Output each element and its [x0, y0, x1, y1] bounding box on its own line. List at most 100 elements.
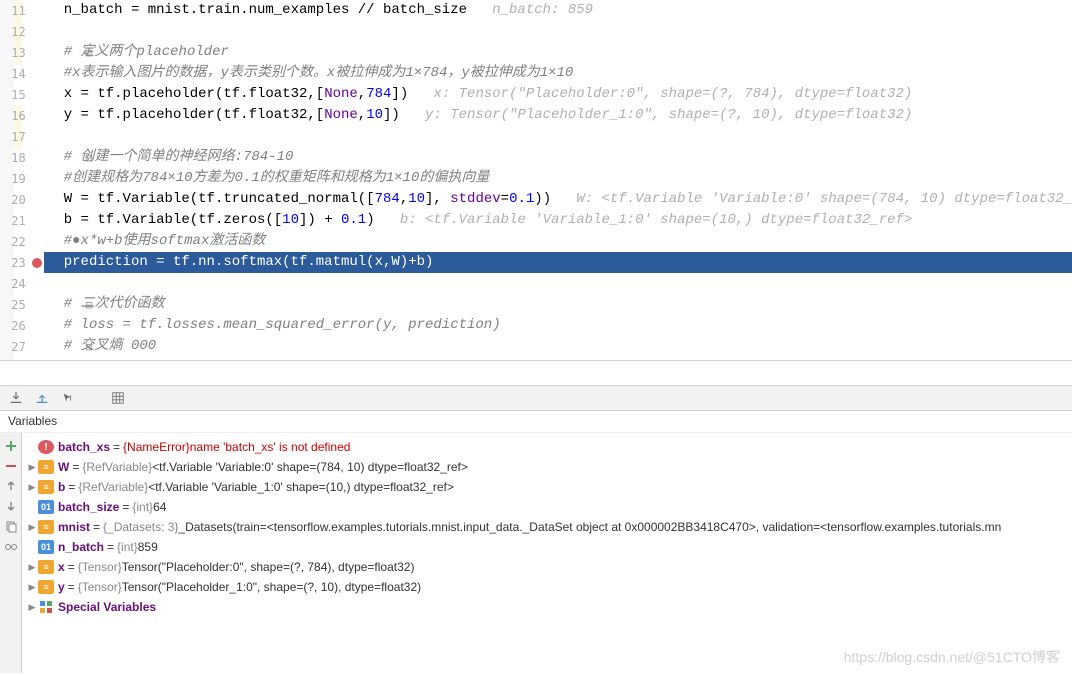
- variable-value: Tensor("Placeholder:0", shape=(?, 784), …: [122, 560, 415, 574]
- add-icon[interactable]: [4, 439, 18, 453]
- code-line[interactable]: #x表示输入图片的数据，y表示类别个数。x被拉伸成为1×784，y被拉伸成为1×…: [44, 63, 1072, 84]
- variable-type-icon: 01: [38, 500, 54, 514]
- line-number[interactable]: 17: [0, 126, 44, 147]
- variable-name: y: [58, 580, 65, 594]
- variables-left-toolbar: [0, 433, 22, 673]
- variable-row[interactable]: ▶≡b = {RefVariable} <tf.Variable 'Variab…: [22, 477, 1072, 497]
- variable-name: batch_xs: [58, 440, 110, 454]
- line-number[interactable]: 22: [0, 231, 44, 252]
- expand-icon[interactable]: ▶: [26, 482, 38, 493]
- code-line[interactable]: [44, 21, 1072, 42]
- variable-value: <tf.Variable 'Variable_1:0' shape=(10,) …: [148, 480, 454, 494]
- line-number[interactable]: 14: [0, 63, 44, 84]
- line-number[interactable]: 21: [0, 210, 44, 231]
- code-line[interactable]: #创建规格为784×10方差为0.1的权重矩阵和规格为1×10的偏执向量: [44, 168, 1072, 189]
- variables-panel: !batch_xs = {NameError}name 'batch_xs' i…: [0, 433, 1072, 673]
- code-line[interactable]: # loss = tf.losses.mean_squared_error(y,…: [44, 315, 1072, 336]
- variable-name: b: [58, 480, 65, 494]
- variable-name: x: [58, 560, 65, 574]
- expand-icon[interactable]: ▶: [26, 562, 38, 573]
- variable-name: W: [58, 460, 69, 474]
- expand-icon[interactable]: ▶: [26, 602, 38, 613]
- line-number[interactable]: 27⊟: [0, 336, 44, 357]
- variable-value: 64: [153, 500, 166, 514]
- table-icon[interactable]: [110, 390, 126, 406]
- variable-name: n_batch: [58, 540, 104, 554]
- line-number[interactable]: 24: [0, 273, 44, 294]
- line-number[interactable]: 20: [0, 189, 44, 210]
- code-line[interactable]: b = tf.Variable(tf.zeros([10]) + 0.1) b:…: [44, 210, 1072, 231]
- variable-value: {NameError}name 'batch_xs' is not define…: [123, 440, 350, 454]
- code-line[interactable]: #●x*w+b使用softmax激活函数: [44, 231, 1072, 252]
- variable-name: mnist: [58, 520, 90, 534]
- variables-panel-title: Variables: [0, 411, 1072, 433]
- variable-value: <tf.Variable 'Variable:0' shape=(784, 10…: [152, 460, 468, 474]
- variable-value: Tensor("Placeholder_1:0", shape=(?, 10),…: [122, 580, 421, 594]
- code-line[interactable]: # 定义两个placeholder: [44, 42, 1072, 63]
- code-line[interactable]: [44, 126, 1072, 147]
- variable-type: {RefVariable}: [82, 460, 152, 474]
- variable-value: _Datasets(train=<tensorflow.examples.tut…: [178, 520, 1001, 534]
- code-line[interactable]: # 创建一个简单的神经网络:784-10: [44, 147, 1072, 168]
- code-line[interactable]: [44, 273, 1072, 294]
- variable-row[interactable]: ▶≡W = {RefVariable} <tf.Variable 'Variab…: [22, 457, 1072, 477]
- code-line[interactable]: y = tf.placeholder(tf.float32,[None,10])…: [44, 105, 1072, 126]
- variable-type-icon: 01: [38, 540, 54, 554]
- line-number[interactable]: 23: [0, 252, 44, 273]
- variable-row[interactable]: ▶ Special Variables: [22, 597, 1072, 617]
- variable-type-icon: !: [38, 440, 54, 454]
- variable-type-icon: ≡: [38, 560, 54, 574]
- expand-icon[interactable]: ▶: [26, 582, 38, 593]
- download-icon[interactable]: [8, 390, 24, 406]
- variable-type: {_Datasets: 3}: [103, 520, 178, 534]
- expand-icon[interactable]: ▶: [26, 462, 38, 473]
- remove-icon[interactable]: [4, 459, 18, 473]
- variable-type-icon: ≡: [38, 480, 54, 494]
- cursor-icon[interactable]: [60, 390, 76, 406]
- line-number[interactable]: 18⊟: [0, 147, 44, 168]
- variable-row[interactable]: ▶≡x = {Tensor} Tensor("Placeholder:0", s…: [22, 557, 1072, 577]
- copy-icon[interactable]: [4, 519, 18, 533]
- code-line[interactable]: n_batch = mnist.train.num_examples // ba…: [44, 0, 1072, 21]
- variable-type-icon: [38, 600, 54, 614]
- line-number[interactable]: 13⊟: [0, 42, 44, 63]
- code-line[interactable]: x = tf.placeholder(tf.float32,[None,784]…: [44, 84, 1072, 105]
- code-editor[interactable]: 111213⊟1415161718⊟19202122232425⊟2627⊟ n…: [0, 0, 1072, 360]
- down-icon[interactable]: [4, 499, 18, 513]
- line-number[interactable]: 25⊟: [0, 294, 44, 315]
- variable-type-icon: ≡: [38, 520, 54, 534]
- variable-type: {Tensor}: [78, 560, 122, 574]
- variable-row[interactable]: ▶≡mnist = {_Datasets: 3} _Datasets(train…: [22, 517, 1072, 537]
- code-lines[interactable]: n_batch = mnist.train.num_examples // ba…: [44, 0, 1072, 360]
- line-number[interactable]: 12: [0, 21, 44, 42]
- variable-type-icon: ≡: [38, 460, 54, 474]
- variable-type: {int}: [132, 500, 153, 514]
- line-number[interactable]: 11: [0, 0, 44, 21]
- glasses-icon[interactable]: [4, 539, 18, 553]
- expand-icon[interactable]: ▶: [26, 522, 38, 533]
- line-number[interactable]: 15: [0, 84, 44, 105]
- variable-row[interactable]: 01n_batch = {int} 859: [22, 537, 1072, 557]
- panel-separator[interactable]: [0, 360, 1072, 385]
- code-line[interactable]: # 二次代价函数: [44, 294, 1072, 315]
- variable-row[interactable]: 01batch_size = {int} 64: [22, 497, 1072, 517]
- variable-type: {int}: [117, 540, 138, 554]
- code-line[interactable]: W = tf.Variable(tf.truncated_normal([784…: [44, 189, 1072, 210]
- up-icon[interactable]: [4, 479, 18, 493]
- line-number[interactable]: 19: [0, 168, 44, 189]
- variable-row[interactable]: ▶≡y = {Tensor} Tensor("Placeholder_1:0",…: [22, 577, 1072, 597]
- variable-row[interactable]: !batch_xs = {NameError}name 'batch_xs' i…: [22, 437, 1072, 457]
- variable-name: batch_size: [58, 500, 119, 514]
- upload-icon[interactable]: [34, 390, 50, 406]
- debug-toolbar: [0, 385, 1072, 411]
- watermark: https://blog.csdn.net/@51CTO博客: [844, 647, 1060, 667]
- line-number[interactable]: 26: [0, 315, 44, 336]
- code-line[interactable]: # 交叉熵 000: [44, 336, 1072, 357]
- line-number-gutter[interactable]: 111213⊟1415161718⊟19202122232425⊟2627⊟: [0, 0, 44, 360]
- variables-list[interactable]: !batch_xs = {NameError}name 'batch_xs' i…: [22, 433, 1072, 673]
- variable-value: 859: [138, 540, 158, 554]
- variable-type: {Tensor}: [78, 580, 122, 594]
- code-line[interactable]: prediction = tf.nn.softmax(tf.matmul(x,W…: [44, 252, 1072, 273]
- line-number[interactable]: 16: [0, 105, 44, 126]
- variable-name: Special Variables: [58, 600, 156, 614]
